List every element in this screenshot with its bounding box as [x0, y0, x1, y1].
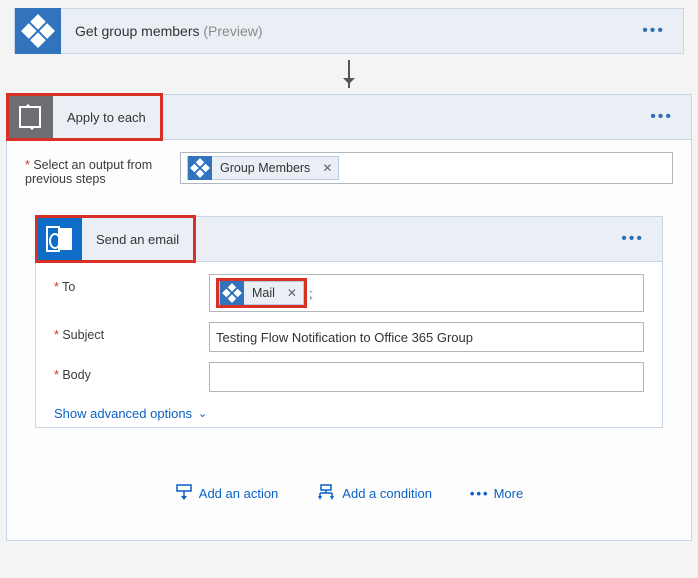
output-input[interactable]: Group Members ✕	[180, 152, 673, 184]
apply-to-each-header[interactable]: Apply to each •••	[6, 94, 692, 140]
body-input[interactable]	[209, 362, 644, 392]
step-title-text: Get group members	[75, 23, 200, 39]
body-label: Body	[54, 362, 209, 382]
to-separator: ;	[307, 286, 313, 301]
token-mail[interactable]: Mail ✕	[219, 281, 304, 305]
add-condition-button[interactable]: Add a condition	[316, 484, 432, 502]
add-action-label: Add an action	[199, 486, 279, 501]
loop-icon	[7, 94, 53, 140]
to-row: To Mail ✕ ;	[54, 274, 644, 312]
azure-ad-icon	[188, 156, 212, 180]
add-action-button[interactable]: Add an action	[175, 484, 279, 502]
to-label: To	[54, 274, 209, 294]
footer-actions: Add an action Add a condition ••• More	[25, 444, 673, 516]
send-email-title: Send an email	[96, 232, 179, 247]
more-dots-icon: •••	[470, 486, 490, 501]
token-label: Mail	[244, 286, 281, 300]
add-action-icon	[175, 484, 193, 502]
chevron-down-icon: ⌄	[198, 407, 207, 420]
show-advanced-options[interactable]: Show advanced options ⌄	[54, 406, 207, 421]
advanced-label: Show advanced options	[54, 406, 192, 421]
flow-arrow-icon	[348, 60, 350, 88]
azure-ad-icon	[15, 8, 61, 54]
step-get-group-members[interactable]: Get group members (Preview) •••	[14, 8, 684, 54]
send-email-body: To Mail ✕ ; Subject	[35, 262, 663, 428]
step-send-email: Send an email ••• To Mail ✕	[35, 216, 663, 428]
to-input[interactable]: Mail ✕ ;	[209, 274, 644, 312]
preview-label: (Preview)	[203, 23, 262, 39]
step-menu-button[interactable]: •••	[624, 22, 683, 40]
more-button[interactable]: ••• More	[470, 484, 523, 502]
subject-value: Testing Flow Notification to Office 365 …	[216, 330, 473, 345]
more-label: More	[494, 486, 524, 501]
step-menu-button[interactable]: •••	[632, 108, 691, 126]
subject-input[interactable]: Testing Flow Notification to Office 365 …	[209, 322, 644, 352]
token-group-members[interactable]: Group Members ✕	[187, 156, 339, 180]
token-remove-button[interactable]: ✕	[316, 161, 338, 175]
send-email-header[interactable]: Send an email •••	[35, 216, 663, 262]
azure-ad-icon	[220, 281, 244, 305]
token-label: Group Members	[212, 161, 316, 175]
token-remove-button[interactable]: ✕	[281, 286, 303, 300]
apply-title: Apply to each	[67, 110, 146, 125]
output-label: Select an output from previous steps	[25, 152, 180, 186]
step-apply-to-each: Apply to each ••• Select an output from …	[6, 94, 692, 541]
outlook-icon	[36, 216, 82, 262]
output-selector-row: Select an output from previous steps Gro…	[25, 152, 673, 186]
step-title: Get group members (Preview)	[61, 23, 624, 39]
apply-to-each-body: Select an output from previous steps Gro…	[6, 140, 692, 541]
step-menu-button[interactable]: •••	[603, 230, 662, 248]
add-condition-label: Add a condition	[342, 486, 432, 501]
add-condition-icon	[316, 484, 336, 502]
body-row: Body	[54, 362, 644, 392]
subject-label: Subject	[54, 322, 209, 342]
subject-row: Subject Testing Flow Notification to Off…	[54, 322, 644, 352]
